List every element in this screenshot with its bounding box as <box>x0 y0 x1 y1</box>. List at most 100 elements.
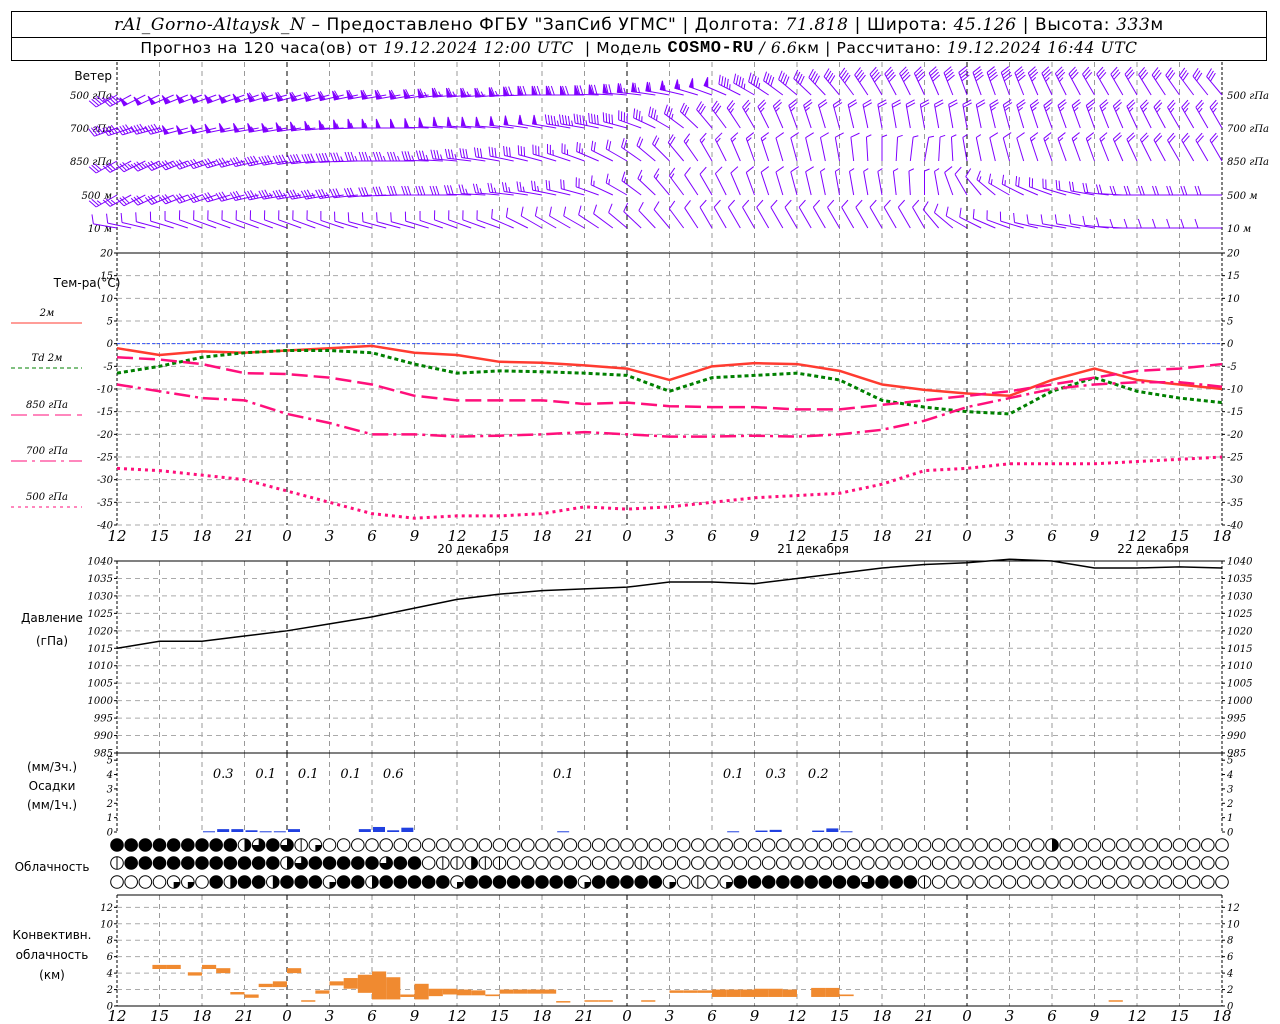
barb-feather <box>638 110 641 121</box>
barb-feather <box>778 70 783 80</box>
barb-feather <box>621 171 626 181</box>
barb-staff <box>965 176 982 196</box>
precip-bar <box>840 831 853 833</box>
cloud-cover-symbol <box>521 838 535 852</box>
wind-barb <box>696 101 713 129</box>
cloud-quarter-fill <box>726 882 733 889</box>
wind-barb <box>905 99 916 129</box>
cloud-circle <box>563 856 578 870</box>
wind-barb <box>218 94 245 104</box>
cloud-circle <box>1101 856 1116 870</box>
cloud-cover-symbol <box>691 856 705 870</box>
cloud-cover-symbol <box>407 875 422 889</box>
y-tick-label-left: 4 <box>106 969 113 980</box>
precip-label: (мм/1ч.) <box>27 798 77 812</box>
cloud-cover-symbol <box>138 875 153 889</box>
barb-staff <box>832 104 840 129</box>
barb-feather <box>505 207 509 218</box>
barb-staff <box>934 104 940 129</box>
convective-label: облачность <box>16 948 89 962</box>
cloud-circle <box>195 875 209 889</box>
wind-barb <box>375 118 401 129</box>
y-tick-label-left: 2 <box>106 799 113 810</box>
barb-staff <box>1043 138 1053 162</box>
cloud-cover-symbol <box>846 875 861 889</box>
barb-half-feather <box>479 188 483 194</box>
cloud-cover-symbol <box>903 875 918 889</box>
cloud-circle <box>1130 856 1144 870</box>
wind-barb <box>193 210 217 229</box>
barb-feather <box>516 181 519 191</box>
barb-feather <box>715 132 723 140</box>
barb-staff <box>1057 138 1067 162</box>
barb-staff <box>790 171 798 196</box>
wind-barb <box>788 99 798 129</box>
barb-staff <box>823 76 840 96</box>
barb-feather <box>534 206 538 217</box>
convective-cloud-bar <box>166 964 181 969</box>
convective-cloud-bar <box>669 990 684 993</box>
barb-staff <box>934 171 940 196</box>
barb-feather <box>387 185 391 196</box>
barb-feather <box>727 199 736 208</box>
barb-feather <box>347 212 350 222</box>
wind-barb <box>491 208 514 229</box>
barb-half-feather <box>820 168 826 172</box>
wind-barb <box>699 199 713 229</box>
barb-feather <box>638 201 644 211</box>
barb-feather <box>564 115 568 125</box>
convective-cloud-bar <box>442 988 457 995</box>
barb-pennant <box>517 114 523 126</box>
cloud-circle <box>903 856 918 870</box>
cloud-circle <box>875 875 889 889</box>
cloud-circle <box>733 856 748 870</box>
barb-staff <box>908 171 911 196</box>
barb-feather <box>648 106 652 117</box>
barb-feather <box>418 185 423 196</box>
cloud-cover-symbol <box>1016 838 1031 852</box>
y-tick-label-right: 1005 <box>1227 679 1252 690</box>
barb-staff <box>948 104 954 129</box>
wind-barb <box>688 78 713 96</box>
barb-feather <box>491 208 493 219</box>
temperature-legend-label: 500 гПа <box>26 492 68 503</box>
cloud-cover-symbol <box>761 856 776 870</box>
cloud-circle <box>251 856 266 870</box>
convective-cloud-bar <box>202 964 217 969</box>
barb-feather <box>1001 174 1005 185</box>
cloud-cover-symbol <box>1215 875 1229 889</box>
cloud-quarter-fill <box>187 882 195 889</box>
wind-barb <box>1085 132 1095 162</box>
cloud-cover-symbol <box>648 838 663 852</box>
wind-barb <box>1123 185 1152 196</box>
wind-barb <box>854 67 869 96</box>
barb-staff <box>1124 73 1138 96</box>
barb-feather <box>494 147 497 158</box>
y-tick-label-left: 1010 <box>88 661 114 672</box>
cloud-cover-symbol <box>1158 875 1173 889</box>
wind-barb <box>958 66 970 96</box>
barb-feather <box>745 132 755 139</box>
barb-feather <box>1018 177 1020 187</box>
barb-staff <box>1071 138 1081 162</box>
cloud-cover-symbol <box>691 838 705 852</box>
barb-half-feather <box>1058 137 1064 142</box>
barb-staff <box>945 215 968 229</box>
cloud-cover-symbol <box>549 838 563 852</box>
barb-feather <box>488 146 491 157</box>
cloud-cover-symbol <box>563 875 578 889</box>
cloud-circle <box>634 875 648 889</box>
barb-staff <box>742 106 755 129</box>
cloud-cover-symbol <box>1215 838 1229 852</box>
convective-cloud-bar <box>386 977 401 1000</box>
y-tick-label-right: -30 <box>1227 475 1244 486</box>
cloud-cover-symbol <box>336 875 351 889</box>
cloud-cover-symbol <box>591 875 606 889</box>
x-tick-label: 6 <box>707 527 717 545</box>
barb-half-feather <box>637 87 640 93</box>
precip-bar <box>358 829 371 832</box>
barb-staff <box>636 145 656 162</box>
cloud-cover-symbol <box>1172 838 1187 852</box>
wind-barb <box>778 70 798 96</box>
wind-barb <box>621 171 642 196</box>
